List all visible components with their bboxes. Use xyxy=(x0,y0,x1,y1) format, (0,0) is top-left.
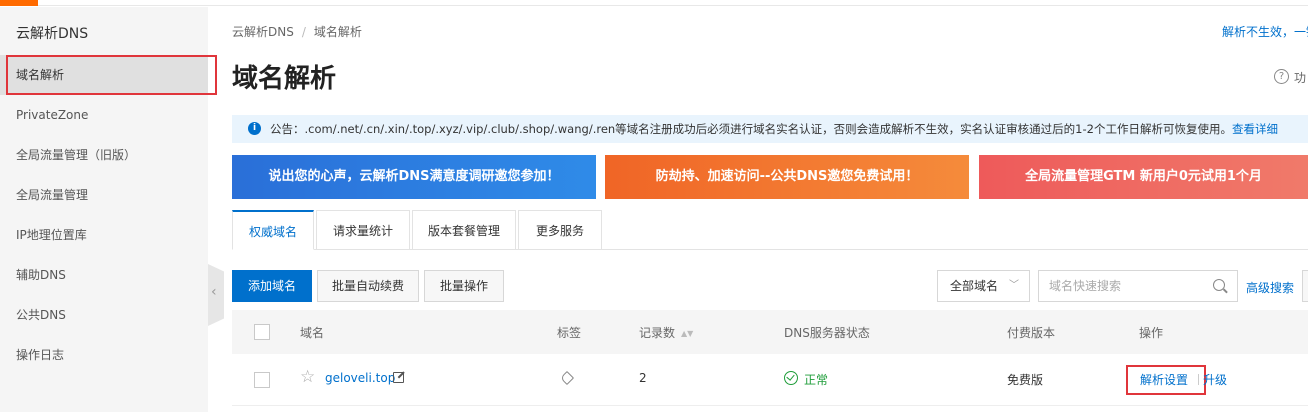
resolution-troubleshoot-link[interactable]: 解析不生效，一键 xyxy=(1222,23,1308,40)
survey-banner[interactable]: 说出您的心声，云解析DNS满意度调研邀您参加！ xyxy=(232,155,596,199)
breadcrumb-separator: / xyxy=(301,25,306,39)
sidebar-item-secondary-dns[interactable]: 辅助DNS xyxy=(0,255,208,295)
search-icon[interactable] xyxy=(1213,279,1225,291)
edition-value: 免费版 xyxy=(1007,373,1044,387)
column-records-label: 记录数 xyxy=(639,326,676,340)
domain-filter-select[interactable]: 全部域名 ﹀ xyxy=(937,270,1030,302)
domain-search-input[interactable] xyxy=(1039,271,1199,301)
table-row: ☆ geloveli.top 2 正常 免费版 解析设置 升级 xyxy=(232,354,1308,406)
sidebar-item-gtm[interactable]: 全局流量管理 xyxy=(0,175,208,215)
dns-settings-link[interactable]: 解析设置 xyxy=(1140,371,1188,388)
batch-auto-renew-button[interactable]: 批量自动续费 xyxy=(317,270,419,302)
sidebar-item-privatezone[interactable]: PrivateZone xyxy=(0,95,208,135)
notice-text: 公告：.com/.net/.cn/.xin/.top/.xyz/.vip/.cl… xyxy=(270,121,1278,137)
column-edition: 付费版本 xyxy=(1007,326,1056,340)
sidebar-collapse-handle[interactable]: ‹ xyxy=(208,264,224,326)
brand-strip xyxy=(0,0,38,6)
domain-search-box xyxy=(1038,270,1238,302)
tab-authoritative-domains[interactable]: 权威域名 xyxy=(232,210,314,250)
domain-filter-value: 全部域名 xyxy=(950,279,999,293)
dns-status-value: 正常 xyxy=(804,373,829,387)
gtm-banner[interactable]: 全局流量管理GTM 新用户0元试用1个月 xyxy=(979,155,1308,199)
breadcrumb: 云解析DNS / 域名解析 xyxy=(232,23,362,40)
column-tags: 标签 xyxy=(557,326,582,340)
edit-icon[interactable] xyxy=(393,372,404,383)
breadcrumb-current: 域名解析 xyxy=(313,25,362,39)
column-dns-status: DNS服务器状态 xyxy=(784,326,870,340)
tab-more-services[interactable]: 更多服务 xyxy=(518,210,602,250)
table-header: 域名 标签 记录数 ▲▼ DNS服务器状态 付费版本 操作 xyxy=(232,310,1308,354)
column-records[interactable]: 记录数 ▲▼ xyxy=(639,324,693,341)
tab-plan-management[interactable]: 版本套餐管理 xyxy=(412,210,516,250)
chevron-left-icon: ‹ xyxy=(211,284,217,300)
check-circle-icon xyxy=(784,371,798,385)
info-icon: i xyxy=(248,122,261,135)
add-domain-button[interactable]: 添加域名 xyxy=(232,270,312,302)
notice-bar: i 公告：.com/.net/.cn/.xin/.top/.xyz/.vip/.… xyxy=(232,115,1308,143)
tag-icon[interactable] xyxy=(559,370,575,386)
record-count: 2 xyxy=(639,371,647,385)
toolbar-overflow-button[interactable] xyxy=(1302,270,1308,302)
public-dns-banner[interactable]: 防劫持、加速访问--公共DNS邀您免费试用！ xyxy=(605,155,969,199)
domain-link[interactable]: geloveli.top xyxy=(325,371,395,385)
upgrade-link[interactable]: 升级 xyxy=(1203,371,1227,388)
sidebar-item-public-dns[interactable]: 公共DNS xyxy=(0,295,208,335)
tab-request-stats[interactable]: 请求量统计 xyxy=(316,210,410,250)
notice-details-link[interactable]: 查看详细 xyxy=(1232,122,1278,136)
sidebar-item-operation-log[interactable]: 操作日志 xyxy=(0,335,208,375)
page-title: 域名解析 xyxy=(232,64,337,94)
column-actions: 操作 xyxy=(1139,326,1164,340)
row-checkbox[interactable] xyxy=(254,372,270,388)
sidebar-title: 云解析DNS xyxy=(16,26,89,42)
sidebar-item-ip-geo[interactable]: IP地理位置库 xyxy=(0,215,208,255)
sort-icon[interactable]: ▲▼ xyxy=(681,329,693,337)
advanced-search-link[interactable]: 高级搜索 xyxy=(1246,279,1294,296)
select-all-checkbox[interactable] xyxy=(254,324,270,340)
help-icon[interactable]: ? xyxy=(1274,69,1289,84)
top-bar xyxy=(0,0,1308,6)
batch-operations-button[interactable]: 批量操作 xyxy=(424,270,504,302)
notice-message: 公告：.com/.net/.cn/.xin/.top/.xyz/.vip/.cl… xyxy=(270,122,1232,136)
help-link[interactable]: 功 xyxy=(1294,69,1306,86)
action-separator xyxy=(1198,374,1199,385)
sidebar-item-gtm-legacy[interactable]: 全局流量管理（旧版） xyxy=(0,135,208,175)
star-icon[interactable]: ☆ xyxy=(300,367,315,387)
chevron-down-icon: ﹀ xyxy=(1009,280,1019,291)
sidebar-selection-highlight xyxy=(6,55,217,95)
breadcrumb-root[interactable]: 云解析DNS xyxy=(232,25,294,39)
column-domain: 域名 xyxy=(300,326,325,340)
